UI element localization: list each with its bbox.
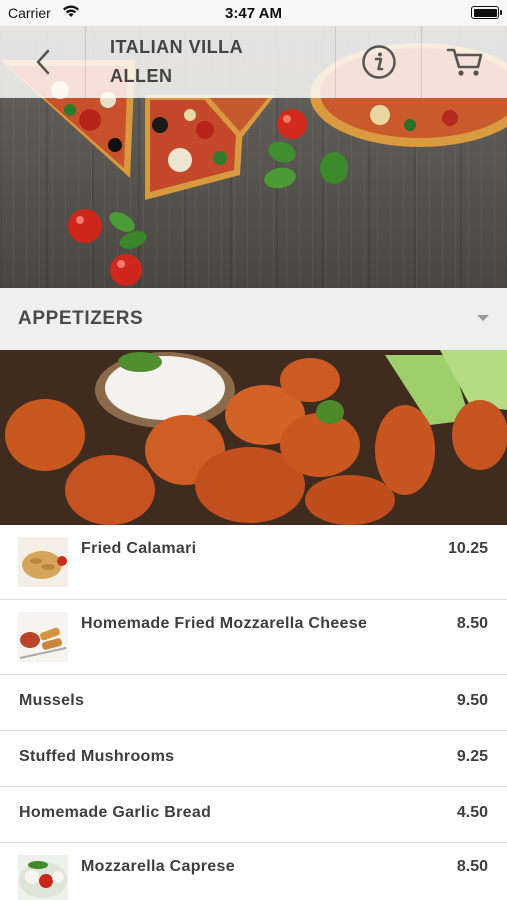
item-name: Fried Calamari	[81, 540, 197, 557]
item-thumbnail	[18, 537, 68, 587]
wings-illustration	[0, 350, 507, 525]
item-name: Stuffed Mushrooms	[19, 748, 175, 765]
cart-button[interactable]	[421, 26, 507, 98]
info-icon	[361, 45, 396, 79]
item-price: 9.50	[456, 692, 488, 709]
menu-item-garlic-bread[interactable]: Homemade Garlic Bread 4.50	[0, 787, 507, 843]
menu-item-fried-mozzarella[interactable]: Homemade Fried Mozzarella Cheese 8.50	[0, 600, 507, 675]
item-price: 8.50	[456, 615, 488, 632]
restaurant-name-line1: ITALIAN VILLA	[110, 37, 244, 57]
category-image	[0, 350, 507, 525]
basil-leaf	[320, 152, 348, 184]
menu-item-fried-calamari[interactable]: Fried Calamari 10.25	[0, 525, 507, 600]
category-selector[interactable]: APPETIZERS	[0, 288, 507, 350]
clock: 3:47 AM	[225, 5, 282, 22]
page-title: ITALIAN VILLA ALLEN	[86, 26, 335, 98]
item-price: 4.50	[456, 804, 488, 821]
item-price: 9.25	[456, 748, 488, 765]
item-price: 10.25	[447, 540, 488, 557]
item-name: Homemade Fried Mozzarella Cheese	[81, 615, 368, 632]
cart-icon	[446, 48, 482, 76]
menu-item-list: Fried Calamari 10.25 Homemade Fried Mozz…	[0, 525, 507, 900]
basil-leaf	[264, 167, 296, 189]
chevron-down-icon	[477, 315, 489, 321]
item-name: Mussels	[19, 692, 85, 709]
basil-leaf	[268, 141, 296, 163]
restaurant-name-line2: ALLEN	[110, 66, 173, 86]
status-bar: Carrier 3:47 AM	[0, 0, 507, 26]
tomato	[110, 254, 142, 286]
category-title: APPETIZERS	[18, 308, 144, 329]
basil-leaf	[119, 231, 147, 249]
item-name: Homemade Garlic Bread	[19, 804, 212, 821]
item-price: 8.50	[456, 858, 488, 875]
top-navigation: ITALIAN VILLA ALLEN	[0, 26, 507, 98]
tomato	[277, 109, 307, 139]
tomato	[68, 209, 102, 243]
item-name: Mozzarella Caprese	[81, 858, 235, 875]
menu-item-mussels[interactable]: Mussels 9.50	[0, 675, 507, 731]
menu-item-mozzarella-caprese[interactable]: Mozzarella Caprese 8.50	[0, 843, 507, 900]
item-thumbnail	[18, 612, 68, 662]
menu-item-stuffed-mushrooms[interactable]: Stuffed Mushrooms 9.25	[0, 731, 507, 787]
back-button[interactable]	[0, 26, 86, 98]
battery-icon	[471, 6, 502, 19]
info-button[interactable]	[335, 26, 421, 98]
item-thumbnail	[18, 855, 68, 900]
back-chevron-icon	[36, 49, 49, 75]
